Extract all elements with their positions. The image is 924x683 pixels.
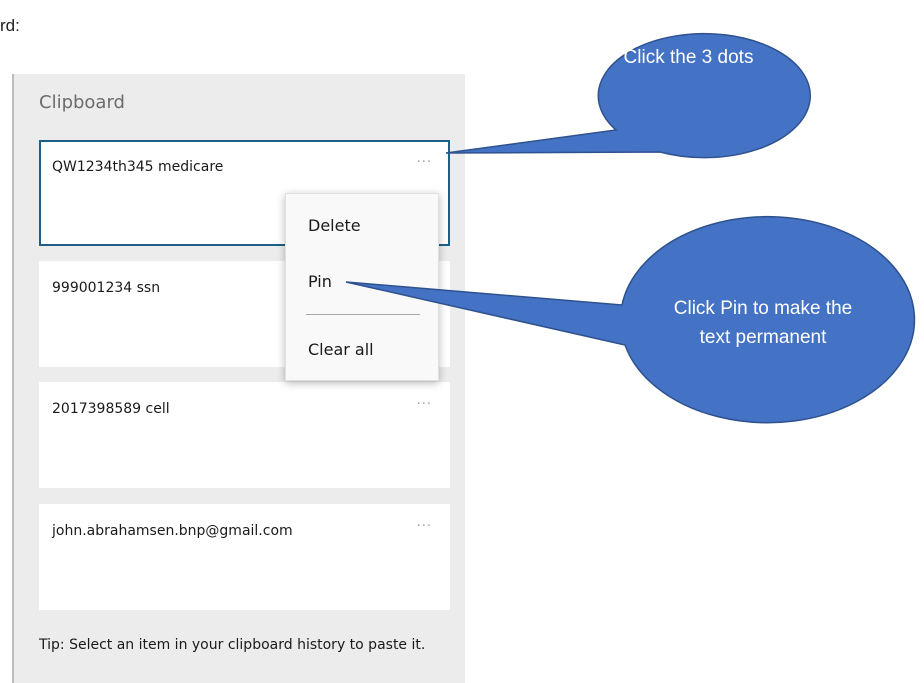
clipboard-item[interactable]: 2017398589 cell ··· [39, 382, 450, 488]
clipboard-item-text: QW1234th345 medicare [52, 159, 224, 175]
clipboard-tip: Tip: Select an item in your clipboard hi… [39, 637, 426, 653]
clipboard-item[interactable]: john.abrahamsen.bnp@gmail.com ··· [39, 504, 450, 610]
document-text-fragment: rd: [0, 16, 20, 35]
callout-dots-text: Click the 3 dots [623, 47, 754, 68]
more-options-icon[interactable]: ··· [417, 519, 432, 534]
more-options-icon[interactable]: ··· [417, 397, 432, 412]
callout-pin-text: Click Pin to make the text permanent [673, 298, 853, 348]
clipboard-item-text: john.abrahamsen.bnp@gmail.com [52, 523, 293, 539]
clipboard-item-text: 2017398589 cell [52, 401, 170, 417]
more-options-icon[interactable]: ··· [417, 155, 432, 170]
menu-item-pin[interactable]: Pin [308, 272, 332, 291]
clipboard-item-text: 999001234 ssn [52, 280, 161, 296]
menu-item-clear-all[interactable]: Clear all [308, 340, 374, 359]
context-menu: Delete Pin Clear all [285, 193, 439, 381]
menu-item-delete[interactable]: Delete [308, 216, 361, 235]
menu-separator [306, 314, 420, 315]
clipboard-title: Clipboard [39, 92, 125, 113]
